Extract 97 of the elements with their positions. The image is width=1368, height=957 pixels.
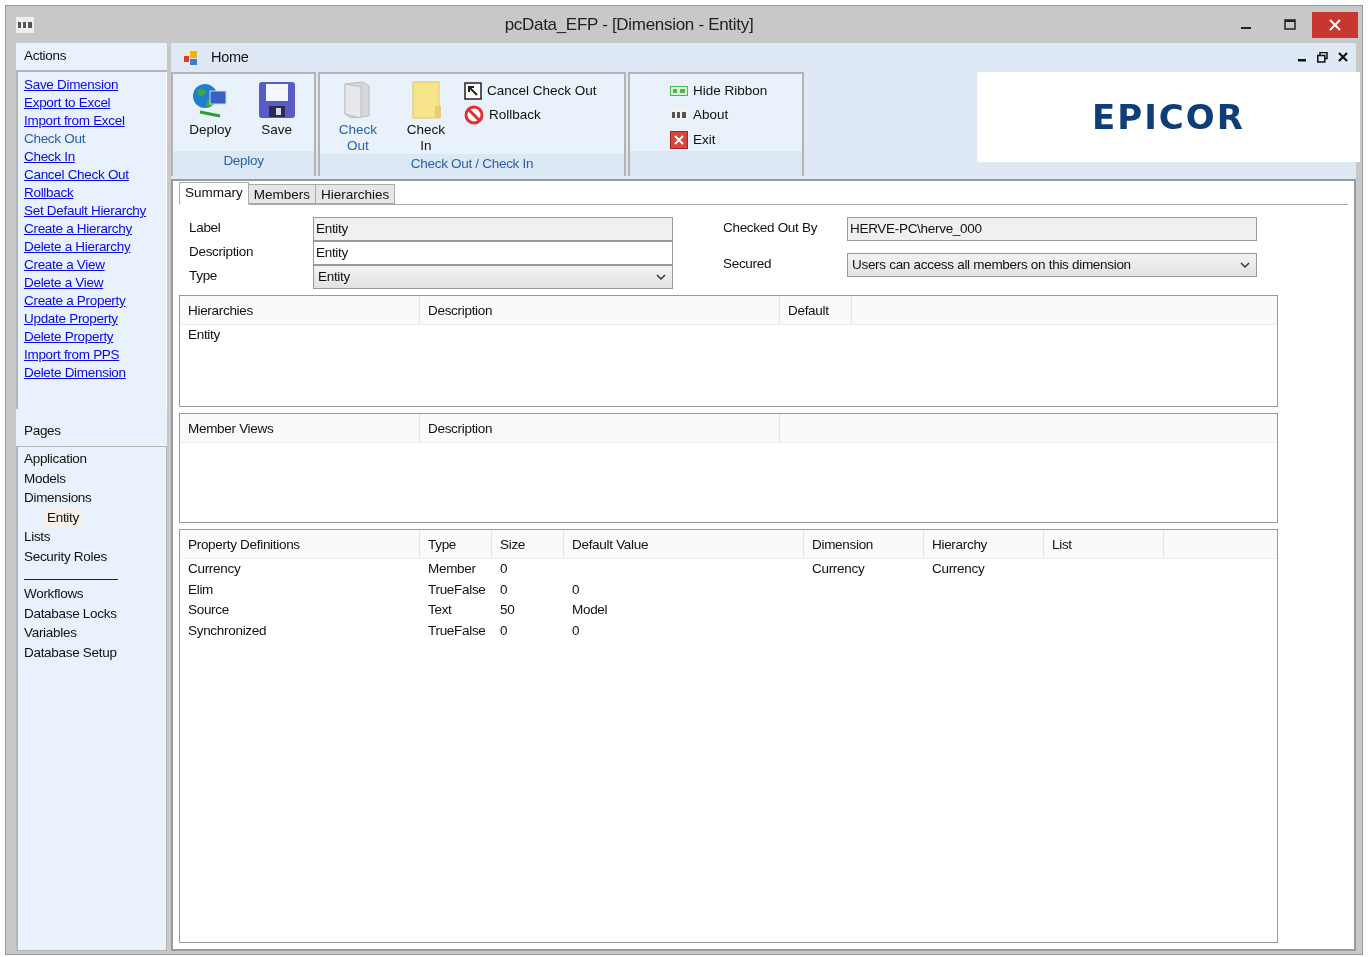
ribbon-button[interactable]: Rollback [462,104,599,127]
ribbon-button[interactable]: About [668,104,770,127]
table-cell-text: Member [427,560,477,578]
action-link[interactable]: Delete a View [24,274,104,292]
action-link[interactable]: Export to Excel [24,94,111,112]
action-link[interactable]: Create a Property [24,292,126,310]
ribbon-icon [670,86,688,97]
table-cell-text: Source [187,601,230,619]
action-link[interactable]: Delete a Hierarchy [24,238,131,256]
field-label: Secured [723,255,773,273]
table-cell-text: 0 [499,580,509,599]
dropdown[interactable]: Entity [313,265,673,289]
page-item[interactable]: Database Setup [24,644,117,660]
ribbon-button[interactable]: Check In [394,78,458,154]
exit-icon [670,130,688,149]
table-cell-text: 0 [499,621,509,640]
company-logo: EPICOR [1092,95,1245,139]
column-header: Default Value [564,530,804,558]
table-cell-text: Currency [187,560,242,578]
column-header: List [1044,530,1164,558]
no-entry-icon [464,105,484,126]
tab[interactable]: Members [247,184,317,204]
column-header: Hierarchy [924,530,1044,558]
group-label: Deploy [173,151,314,176]
table-cell-text: Currency [931,560,986,578]
column-header: Description [420,414,780,442]
group-label: Check Out / Check In [320,154,624,176]
column-header: Type [420,530,492,558]
action-link[interactable]: Cancel Check Out [24,166,129,184]
page-item[interactable]: Entity [44,507,82,527]
page-item[interactable]: Security Roles [24,548,107,564]
table-cell-text: TrueFalse [427,621,487,640]
table-cell-text: Synchronized [187,621,268,640]
table-cell-text: TrueFalse [427,580,487,599]
ribbon-button[interactable]: Exit [668,128,770,151]
action-link[interactable]: Import from PPS [24,346,120,364]
app-logo-icon [670,108,688,123]
dropdown[interactable]: Users can access all members on this dimension [847,253,1257,277]
table-cell-text: 0 [571,580,581,599]
column-header: Property Definitions [180,530,420,558]
action-link[interactable]: Set Default Hierarchy [24,202,146,220]
ribbon-button[interactable]: Cancel Check Out [462,80,599,103]
ribbon-button[interactable]: Deploy [179,78,242,151]
app-logo-icon [16,16,34,33]
column-header: Hierarchies [180,296,420,324]
table-cell-text: Text [427,601,453,619]
action-link[interactable]: Delete Dimension [24,364,126,382]
field-label: Type [189,267,219,285]
page-item[interactable]: Workflows [24,586,84,601]
table-cell-text: Entity [187,326,221,344]
folder-icon [409,80,443,120]
action-link[interactable]: Rollback [24,184,74,202]
page-item[interactable]: Lists [24,529,51,544]
table-cell-text: Model [571,601,609,619]
table-cell-text: Currency [811,560,866,578]
input-field[interactable]: Entity [313,217,673,241]
page-item[interactable]: Dimensions [24,490,92,505]
tab[interactable]: Summary [179,182,249,205]
field-label: Label [189,219,222,237]
table-cell-text: 0 [571,621,581,640]
page-item[interactable]: Database Locks [24,605,117,621]
action-link[interactable]: Update Property [24,310,118,328]
page-item[interactable]: Variables [24,625,77,640]
column-header: Dimension [804,530,924,558]
column-header: Default [780,296,852,324]
action-link[interactable]: Check Out [24,130,86,148]
input-field[interactable]: Entity [313,241,673,265]
column-header: Member Views [180,414,420,442]
action-link[interactable]: Create a View [24,256,105,274]
close-icon[interactable] [1338,52,1348,62]
ribbon-tab[interactable]: Home [211,46,249,69]
chevron-down-icon [656,273,666,281]
maximize-icon[interactable] [1284,19,1296,30]
action-link[interactable]: Check In [24,148,75,166]
ribbon-button[interactable]: Hide Ribbon [668,80,770,103]
table-cell-text: 0 [499,560,509,578]
action-link[interactable]: Import from Excel [24,112,125,130]
column-header: Description [420,296,780,324]
page-item[interactable]: Application [24,451,87,466]
table-cell-text: Elim [187,580,215,599]
action-link[interactable]: Delete Property [24,328,114,346]
home-tab-icon [181,48,199,67]
action-link[interactable]: Create a Hierarchy [24,220,132,238]
window-title: pcData_EFP - [Dimension - Entity] [503,13,755,36]
ribbon-button[interactable]: Save [245,78,308,151]
action-link[interactable]: Save Dimension [24,76,119,94]
table-cell-text: 50 [499,601,516,619]
panel-header: Actions [24,47,67,66]
input-field[interactable]: HERVE-PC\herve_000 [847,217,1257,241]
page-item[interactable]: Models [24,470,66,486]
column-header: Size [492,530,564,558]
field-label: Description [189,243,255,261]
panel-header: Pages [24,422,61,441]
chevron-down-icon [1240,261,1250,269]
tab[interactable]: Hierarchies [315,184,396,204]
restore-icon[interactable] [1317,52,1328,63]
field-label: Checked Out By [723,219,819,237]
